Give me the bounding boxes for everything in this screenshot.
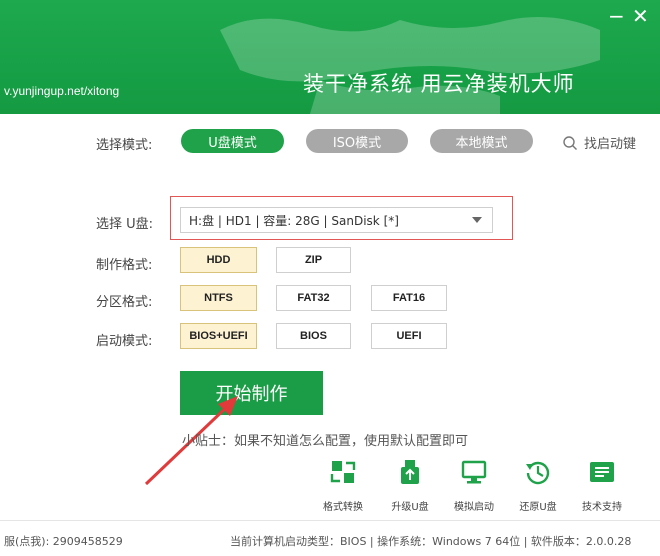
upgrade-usb-icon <box>401 460 419 484</box>
find-boot-key-link[interactable]: 找启动键 <box>562 133 636 152</box>
mode-label: 选择模式: <box>96 138 153 153</box>
tip-text: 小贴士：如果不知道怎么配置，使用默认配置即可 <box>182 434 469 449</box>
tool-simulate-boot[interactable]: 模拟启动 <box>442 458 506 513</box>
boot-option-bios-uefi[interactable]: BIOS+UEFI <box>180 323 257 349</box>
tab-usb-mode[interactable]: U盘模式 <box>181 129 284 153</box>
tab-iso-mode[interactable]: ISO模式 <box>306 129 408 153</box>
tool-format-convert-label: 格式转换 <box>323 502 363 513</box>
boot-option-bios[interactable]: BIOS <box>276 323 351 349</box>
simulate-boot-icon <box>461 460 487 484</box>
usb-drive-dropdown[interactable]: H:盘 | HD1 | 容量: 28G | SanDisk [*] <box>180 207 493 233</box>
format-convert-icon <box>330 461 356 483</box>
restore-usb-icon <box>526 461 550 485</box>
header-banner: v.yunjingup.net/xitong 装干净系统 用云净装机大师 − ✕ <box>0 0 660 114</box>
minimize-button[interactable]: − <box>608 6 625 26</box>
system-info-text: 当前计算机启动类型：BIOS | 操作系统：Windows 7 64位 | 软件… <box>230 535 632 548</box>
tool-tech-support[interactable]: 技术支持 <box>570 458 634 513</box>
partition-option-fat16[interactable]: FAT16 <box>371 285 447 311</box>
partition-option-fat32[interactable]: FAT32 <box>276 285 351 311</box>
search-icon <box>563 135 577 150</box>
boot-option-uefi[interactable]: UEFI <box>371 323 447 349</box>
chevron-down-icon <box>472 217 482 223</box>
tool-upgrade-usb[interactable]: 升级U盘 <box>378 458 442 513</box>
partition-option-ntfs[interactable]: NTFS <box>180 285 257 311</box>
format-label: 制作格式: <box>96 258 153 273</box>
tab-local-mode[interactable]: 本地模式 <box>430 129 533 153</box>
tech-support-icon <box>590 462 614 482</box>
close-button[interactable]: ✕ <box>632 6 649 26</box>
app-title: 装干净系统 用云净装机大师 <box>303 72 575 96</box>
boot-label: 启动模式: <box>96 334 153 349</box>
site-url: v.yunjingup.net/xitong <box>4 84 120 98</box>
format-option-hdd[interactable]: HDD <box>180 247 257 273</box>
support-qq-link[interactable]: 服(点我): 2909458529 <box>4 533 123 549</box>
usb-drive-value: H:盘 | HD1 | 容量: 28G | SanDisk [*] <box>189 213 399 228</box>
tool-restore-usb[interactable]: 还原U盘 <box>506 458 570 513</box>
tool-restore-usb-label: 还原U盘 <box>519 502 557 513</box>
format-option-zip[interactable]: ZIP <box>276 247 351 273</box>
tool-simulate-boot-label: 模拟启动 <box>454 502 494 513</box>
status-footer: 服(点我): 2909458529 当前计算机启动类型：BIOS | 操作系统：… <box>0 520 660 556</box>
tool-upgrade-usb-label: 升级U盘 <box>391 502 429 513</box>
tool-tech-support-label: 技术支持 <box>582 502 622 513</box>
tool-format-convert[interactable]: 格式转换 <box>311 458 375 513</box>
find-boot-key-label: 找启动键 <box>584 137 637 152</box>
usb-label: 选择 U盘: <box>96 217 154 232</box>
partition-label: 分区格式: <box>96 295 153 310</box>
